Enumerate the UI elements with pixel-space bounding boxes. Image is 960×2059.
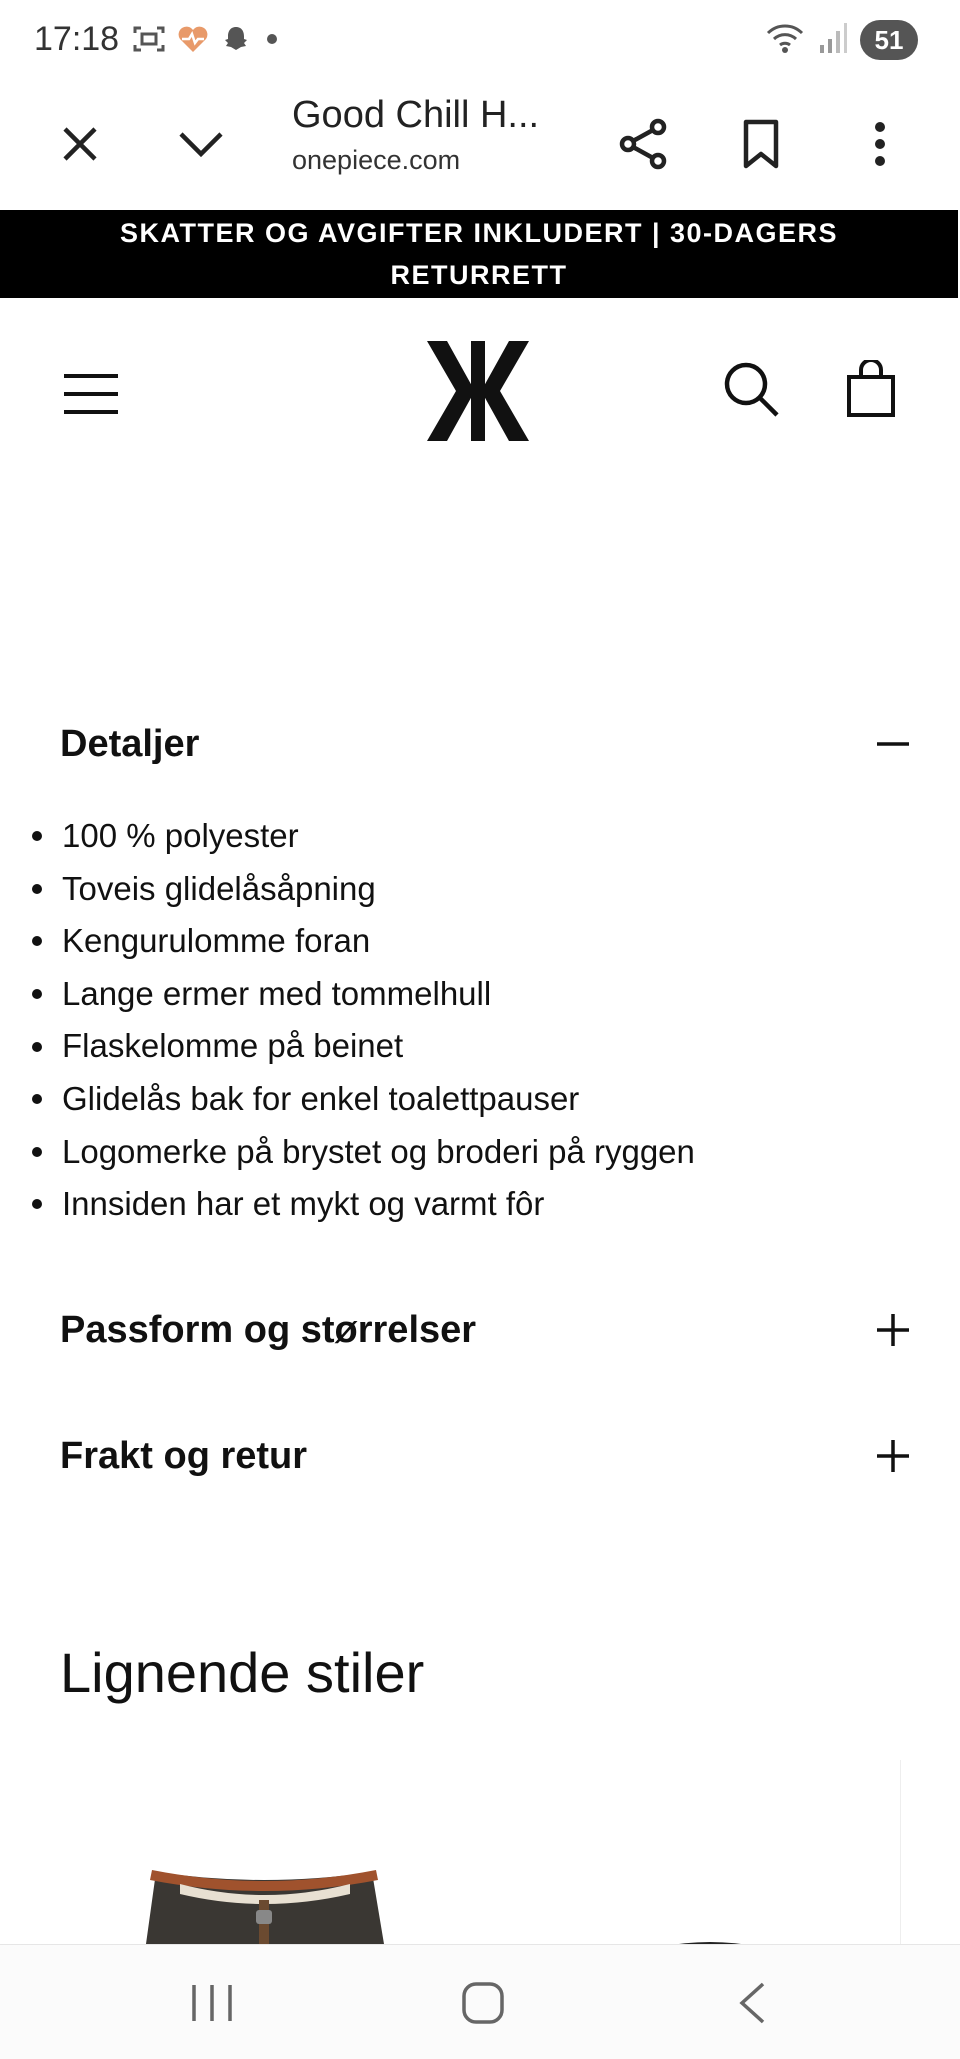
bullet-icon bbox=[32, 1146, 42, 1157]
recent-apps-button[interactable] bbox=[167, 1963, 257, 2043]
health-icon bbox=[176, 24, 210, 59]
fit-accordion-header[interactable]: Passform og størrelser bbox=[60, 1300, 910, 1360]
menu-icon bbox=[64, 374, 118, 414]
bullet-icon bbox=[32, 989, 42, 1000]
more-icon bbox=[875, 122, 885, 166]
page-title: Good Chill H... bbox=[292, 94, 540, 136]
close-icon bbox=[63, 127, 97, 161]
list-item-text: Lange ermer med tommelhull bbox=[62, 974, 492, 1012]
browser-toolbar: Good Chill H... onepiece.com bbox=[0, 82, 960, 210]
home-icon bbox=[462, 1982, 504, 2024]
page-title-block[interactable]: Good Chill H... onepiece.com bbox=[292, 94, 592, 176]
site-logo[interactable] bbox=[426, 340, 530, 442]
plus-icon bbox=[877, 1440, 909, 1472]
bullet-icon bbox=[32, 936, 42, 947]
search-button[interactable] bbox=[718, 356, 784, 422]
site-header bbox=[0, 298, 960, 488]
promo-banner: SKATTER OG AVGIFTER INKLUDERT | 30-DAGER… bbox=[0, 210, 958, 298]
bullet-icon bbox=[32, 1094, 42, 1105]
screenshot-icon bbox=[132, 24, 166, 59]
minus-icon bbox=[877, 742, 909, 746]
share-icon bbox=[619, 118, 667, 170]
product-image bbox=[146, 1870, 384, 1944]
status-icons-left bbox=[132, 24, 282, 59]
bullet-icon bbox=[32, 1041, 42, 1052]
page-url: onepiece.com bbox=[292, 145, 461, 175]
list-item: 100 % polyester bbox=[30, 810, 910, 863]
menu-button[interactable] bbox=[56, 364, 126, 424]
cart-button[interactable] bbox=[838, 354, 904, 424]
details-title: Detaljer bbox=[60, 722, 200, 765]
product-card-image-2[interactable] bbox=[660, 1934, 760, 1947]
similar-styles-heading: Lignende stiler bbox=[60, 1641, 425, 1704]
status-time: 17:18 bbox=[34, 20, 120, 58]
onepiece-logo bbox=[427, 341, 529, 441]
dot-icon bbox=[262, 24, 282, 59]
search-icon bbox=[724, 362, 779, 417]
list-item-text: Logomerke på brystet og broderi på rygge… bbox=[62, 1132, 695, 1170]
list-item: Logomerke på brystet og broderi på rygge… bbox=[30, 1126, 910, 1179]
shipping-accordion-header[interactable]: Frakt og retur bbox=[60, 1426, 910, 1486]
back-icon bbox=[739, 1982, 765, 2024]
bullet-icon bbox=[32, 883, 42, 894]
battery-indicator: 51 bbox=[860, 20, 918, 60]
product-card-image[interactable] bbox=[140, 1866, 388, 1944]
system-nav-bar bbox=[0, 1944, 960, 2059]
details-list: 100 % polyester Toveis glidelåsåpning Ke… bbox=[30, 810, 910, 1231]
signal-icon bbox=[818, 21, 848, 60]
list-item-text: Flaskelomme på beinet bbox=[62, 1027, 404, 1065]
list-item-text: Innsiden har et mykt og varmt fôr bbox=[62, 1185, 545, 1223]
details-accordion-header[interactable]: Detaljer bbox=[60, 714, 910, 774]
more-options-button[interactable] bbox=[840, 104, 920, 184]
list-item: Innsiden har et mykt og varmt fôr bbox=[30, 1178, 910, 1231]
list-item: Toveis glidelåsåpning bbox=[30, 863, 910, 916]
home-button[interactable] bbox=[438, 1963, 528, 2043]
list-item: Glidelås bak for enkel toalettpauser bbox=[30, 1073, 910, 1126]
list-item-text: Toveis glidelåsåpning bbox=[62, 869, 376, 907]
bookmark-icon bbox=[743, 119, 779, 169]
status-icons-right: 51 bbox=[764, 20, 918, 60]
status-bar: 17:18 51 bbox=[0, 0, 960, 82]
list-item-text: Kengurulomme foran bbox=[62, 922, 371, 960]
bullet-icon bbox=[32, 831, 42, 842]
plus-icon bbox=[877, 1314, 909, 1346]
promo-line-2: RETURRETT bbox=[390, 260, 568, 290]
chevron-down-icon bbox=[179, 132, 223, 158]
bookmark-button[interactable] bbox=[721, 104, 801, 184]
bag-icon bbox=[847, 360, 895, 417]
carousel-divider bbox=[900, 1760, 901, 1944]
wifi-icon bbox=[764, 21, 806, 60]
close-tab-button[interactable] bbox=[40, 104, 120, 184]
share-button[interactable] bbox=[603, 104, 683, 184]
promo-line-1: SKATTER OG AVGIFTER INKLUDERT | 30-DAGER… bbox=[119, 218, 839, 248]
back-button[interactable] bbox=[707, 1963, 797, 2043]
bullet-icon bbox=[32, 1199, 42, 1210]
list-item-text: Glidelås bak for enkel toalettpauser bbox=[62, 1079, 580, 1117]
fit-title: Passform og størrelser bbox=[60, 1308, 477, 1351]
list-item: Lange ermer med tommelhull bbox=[30, 968, 910, 1021]
snapchat-icon bbox=[220, 24, 252, 59]
list-item: Flaskelomme på beinet bbox=[30, 1020, 910, 1073]
list-item-text: 100 % polyester bbox=[62, 817, 299, 854]
list-item: Kengurulomme foran bbox=[30, 915, 910, 968]
recents-icon bbox=[192, 1985, 232, 2021]
minimize-button[interactable] bbox=[161, 104, 241, 184]
shipping-title: Frakt og retur bbox=[60, 1434, 308, 1477]
